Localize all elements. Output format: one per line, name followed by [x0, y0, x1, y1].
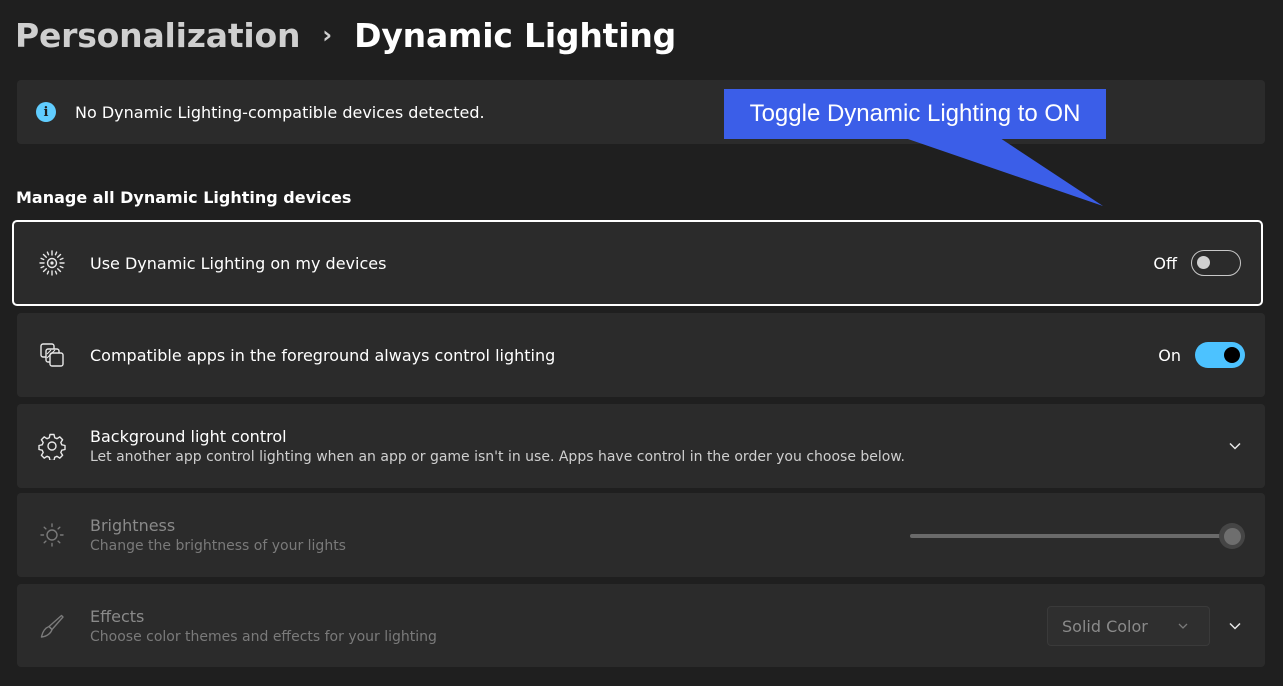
effects-title: Effects: [90, 606, 145, 626]
foreground-apps-row[interactable]: Compatible apps in the foreground always…: [17, 313, 1265, 397]
gear-icon: [38, 432, 66, 460]
toggle-knob: [1224, 347, 1240, 363]
slider-thumb-inner: [1223, 527, 1241, 545]
toggle-knob: [1197, 256, 1210, 269]
effects-dropdown-value: Solid Color: [1062, 616, 1148, 636]
brightness-title: Brightness: [90, 516, 176, 535]
chevron-right-icon: ›: [322, 21, 333, 49]
foreground-apps-toggle-group: On: [1158, 342, 1245, 368]
brightness-row: Brightness Change the brightness of your…: [17, 493, 1265, 577]
paintbrush-icon: [38, 612, 66, 640]
use-dynamic-lighting-row[interactable]: Use Dynamic Lighting on my devices Off: [12, 220, 1263, 306]
background-light-control-text: Background light control Let another app…: [90, 427, 905, 465]
breadcrumb: Personalization › Dynamic Lighting: [15, 12, 676, 58]
brightness-text: Brightness Change the brightness of your…: [90, 516, 346, 554]
brightness-icon: [38, 521, 66, 549]
callout-text: Toggle Dynamic Lighting to ON: [749, 100, 1081, 127]
effects-dropdown: Solid Color: [1047, 606, 1210, 646]
foreground-apps-text: Compatible apps in the foreground always…: [90, 346, 555, 365]
use-dynamic-lighting-toggle[interactable]: [1191, 250, 1241, 276]
info-message: No Dynamic Lighting-compatible devices d…: [75, 102, 485, 122]
use-dynamic-lighting-text: Use Dynamic Lighting on my devices: [90, 254, 386, 273]
page-title: Dynamic Lighting: [354, 15, 677, 55]
effects-row: Effects Choose color themes and effects …: [17, 584, 1265, 667]
background-light-control-row[interactable]: Background light control Let another app…: [17, 404, 1265, 488]
sun-burst-icon: [38, 249, 66, 277]
toggle-state-label: Off: [1153, 253, 1177, 273]
section-title: Manage all Dynamic Lighting devices: [16, 188, 352, 207]
effects-text: Effects Choose color themes and effects …: [90, 607, 437, 645]
use-dynamic-lighting-toggle-group: Off: [1153, 250, 1241, 276]
foreground-apps-title: Compatible apps in the foreground always…: [90, 345, 556, 365]
chevron-down-icon: [1178, 623, 1188, 629]
effects-subtitle: Choose color themes and effects for your…: [90, 628, 437, 645]
brightness-slider-track: [910, 534, 1245, 538]
brightness-subtitle: Change the brightness of your lights: [90, 538, 346, 554]
brightness-slider-thumb: [1219, 523, 1245, 549]
breadcrumb-parent-link[interactable]: Personalization: [15, 16, 300, 55]
foreground-apps-toggle[interactable]: [1195, 342, 1245, 368]
chevron-down-icon[interactable]: [1227, 618, 1243, 634]
toggle-state-label: On: [1158, 345, 1181, 365]
callout-annotation: Toggle Dynamic Lighting to ON: [724, 89, 1106, 139]
chevron-down-icon[interactable]: [1227, 438, 1243, 454]
background-light-control-title: Background light control: [90, 427, 287, 446]
apps-layers-icon: [38, 341, 66, 369]
background-light-control-subtitle: Let another app control lighting when an…: [90, 449, 905, 465]
use-dynamic-lighting-title: Use Dynamic Lighting on my devices: [90, 253, 387, 273]
info-icon: i: [36, 102, 56, 122]
